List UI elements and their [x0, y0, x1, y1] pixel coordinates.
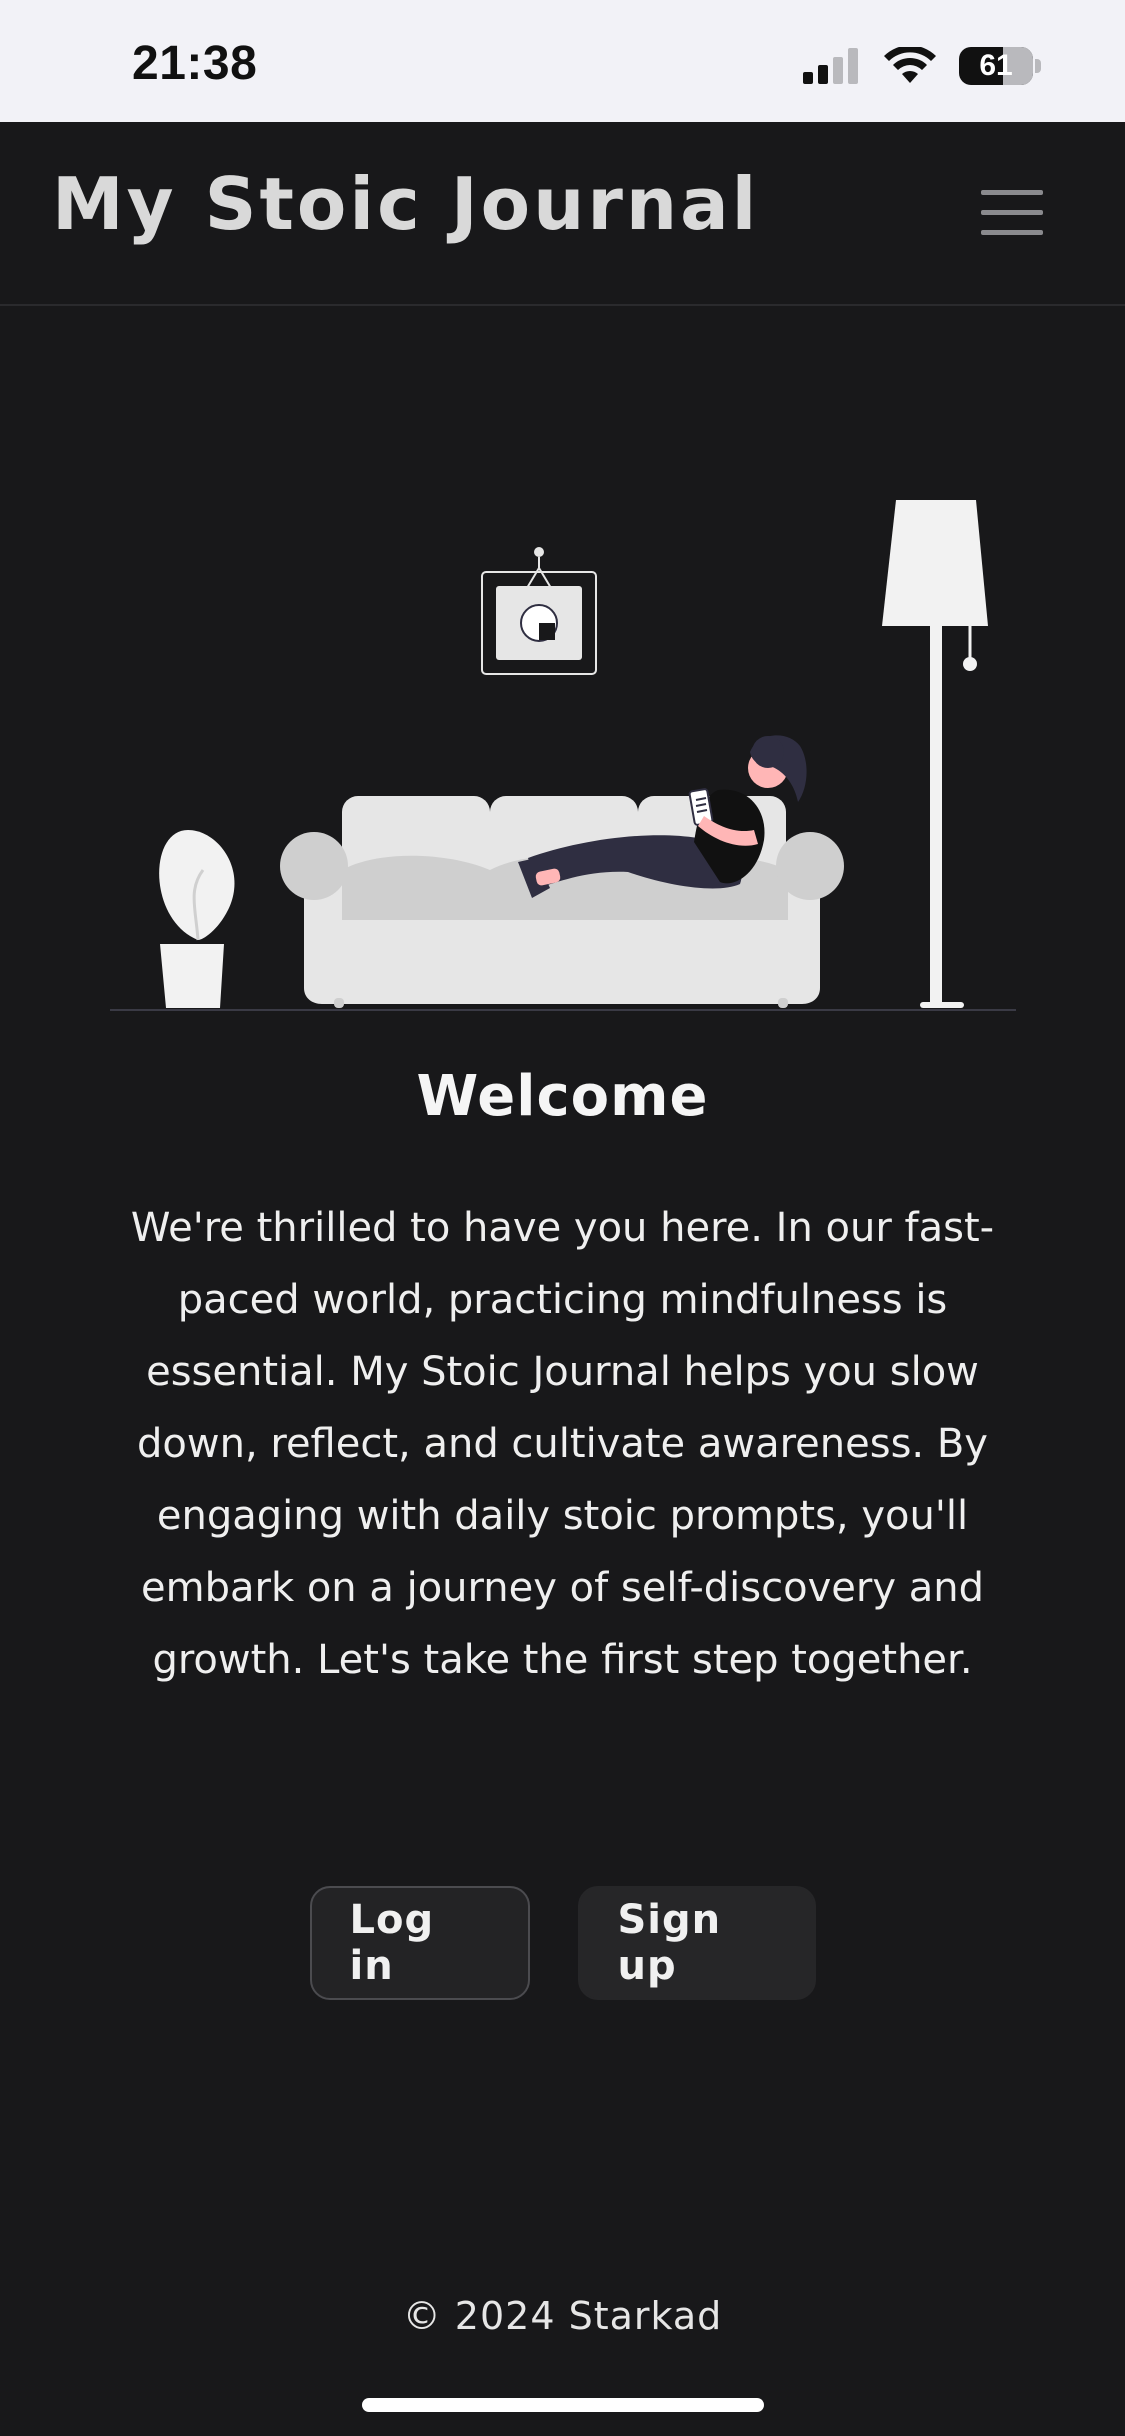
menu-bar-bottom — [981, 230, 1043, 235]
battery-level: 61 — [979, 49, 1013, 82]
footer-copyright: © 2024 Starkad — [402, 2294, 723, 2338]
status-time: 21:38 — [132, 37, 258, 90]
woman-reading-on-sofa-illustration — [110, 500, 1016, 1011]
login-button[interactable]: Log in — [309, 1886, 530, 2000]
status-icons: 61 — [803, 44, 1041, 88]
auth-actions: Log in Sign up — [0, 1886, 1125, 2000]
cellular-signal-icon — [803, 48, 858, 84]
navbar: My Stoic Journal — [0, 122, 1125, 306]
status-bar: 21:38 61 — [0, 0, 1125, 122]
floor-lamp-illustration — [882, 500, 988, 1008]
menu-bar-top — [981, 190, 1043, 195]
app-brand-title[interactable]: My Stoic Journal — [52, 168, 759, 240]
wifi-icon — [884, 47, 936, 83]
battery-icon: 61 — [959, 47, 1033, 85]
menu-bar-middle — [981, 210, 1043, 215]
welcome-title: Welcome — [416, 1064, 709, 1129]
hamburger-menu-icon[interactable] — [981, 190, 1043, 238]
signup-button[interactable]: Sign up — [577, 1886, 816, 2000]
home-indicator[interactable] — [362, 2398, 764, 2412]
wall-picture-illustration — [481, 547, 597, 675]
battery-nub — [1035, 59, 1041, 73]
plant-illustration — [159, 830, 235, 1008]
welcome-description: We're thrilled to have you here. In our … — [130, 1205, 995, 1683]
